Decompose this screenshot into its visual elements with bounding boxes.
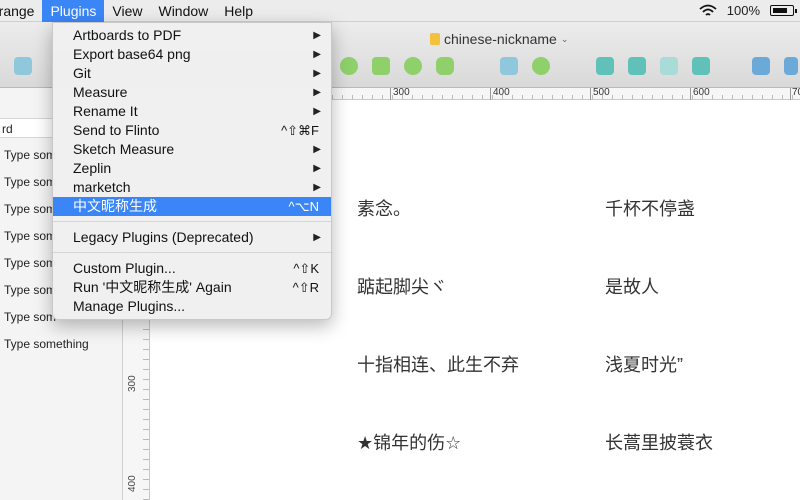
nickname-text[interactable]: 千杯不停盏 <box>605 195 695 221</box>
menu-item-artboards-to-pdf[interactable]: Artboards to PDF ▶ <box>53 26 331 45</box>
menu-item-manage-plugins[interactable]: Manage Plugins... <box>53 297 331 316</box>
ungroup-icon[interactable] <box>692 57 710 75</box>
ruler-major-tick <box>690 88 691 100</box>
insert-tool-icon[interactable] <box>14 57 32 75</box>
menu-arrange[interactable]: rrange <box>0 0 42 22</box>
nickname-text[interactable]: 是故人 <box>605 273 659 299</box>
submenu-arrow-icon: ▶ <box>313 87 321 98</box>
ruler-label: 70 <box>792 87 800 98</box>
menu-item-export-base64[interactable]: Export base64 png ▶ <box>53 45 331 64</box>
menu-item-rename-it[interactable]: Rename It ▶ <box>53 102 331 121</box>
rotate-icon[interactable] <box>404 57 422 75</box>
menu-item-git[interactable]: Git ▶ <box>53 64 331 83</box>
ruler-label: 400 <box>127 475 138 492</box>
plugins-dropdown-menu: Artboards to PDF ▶ Export base64 png ▶ G… <box>52 22 332 320</box>
menu-item-run-again[interactable]: Run '中文昵称生成' Again ^⇧R <box>53 278 331 297</box>
wifi-icon[interactable] <box>699 4 717 18</box>
layer-row[interactable]: Type som <box>4 283 56 297</box>
intersect-icon[interactable] <box>500 57 518 75</box>
ruler-label: 300 <box>127 375 138 392</box>
menu-separator <box>53 221 331 222</box>
menu-item-measure[interactable]: Measure ▶ <box>53 83 331 102</box>
submenu-arrow-icon: ▶ <box>313 30 321 41</box>
upload-icon[interactable] <box>752 57 770 75</box>
subtract-icon[interactable] <box>372 57 390 75</box>
ruler-label: 600 <box>693 87 710 98</box>
group-icon[interactable] <box>660 57 678 75</box>
backward-icon[interactable] <box>628 57 646 75</box>
layer-row[interactable]: Type som <box>4 148 56 162</box>
nickname-text[interactable]: 长蒿里披蓑衣 <box>605 429 713 455</box>
document-title-text: chinese-nickname <box>444 31 557 47</box>
ruler-major-tick <box>490 88 491 100</box>
menu-item-custom-plugin[interactable]: Custom Plugin... ^⇧K <box>53 259 331 278</box>
nickname-text[interactable]: 十指相连、此生不弃 <box>357 351 519 377</box>
ruler-major-tick <box>390 88 391 100</box>
menu-window[interactable]: Window <box>150 0 216 22</box>
shortcut-label: ^⇧⌘F <box>281 123 319 138</box>
nickname-text[interactable]: ★锦年的伤☆ <box>357 429 461 455</box>
shortcut-label: ^⇧K <box>293 261 319 276</box>
nickname-text[interactable]: 素念。 <box>357 195 411 221</box>
submenu-arrow-icon: ▶ <box>313 144 321 155</box>
status-area: 100% <box>699 3 800 18</box>
menu-help[interactable]: Help <box>216 0 261 22</box>
menu-item-send-to-flinto[interactable]: Send to Flinto ^⇧⌘F <box>53 121 331 140</box>
layer-row[interactable]: Type something <box>4 337 89 351</box>
layer-row[interactable]: Type som <box>4 256 56 270</box>
menu-item-marketch[interactable]: marketch ▶ <box>53 178 331 197</box>
layer-row[interactable]: Type som <box>4 229 56 243</box>
ruler-label: 500 <box>593 87 610 98</box>
submenu-arrow-icon: ▶ <box>313 163 321 174</box>
menu-item-sketch-measure[interactable]: Sketch Measure ▶ <box>53 140 331 159</box>
menu-plugins[interactable]: Plugins <box>42 0 105 22</box>
shortcut-label: ^⇧R <box>292 280 319 295</box>
battery-icon[interactable] <box>770 5 797 16</box>
menu-item-chinese-nickname[interactable]: 中文昵称生成 ^⌥N <box>53 197 331 216</box>
layer-row[interactable]: Type som <box>4 310 56 324</box>
layer-row[interactable]: Type som <box>4 202 56 216</box>
battery-percent: 100% <box>726 3 760 18</box>
ruler-label: 400 <box>493 87 510 98</box>
ruler-major-tick <box>790 88 791 100</box>
export-icon[interactable] <box>784 57 798 75</box>
nickname-text[interactable]: 浅夏时光” <box>605 351 683 377</box>
submenu-arrow-icon: ▶ <box>313 68 321 79</box>
menu-view[interactable]: View <box>104 0 150 22</box>
nickname-text[interactable]: 踮起脚尖ヾ <box>357 273 447 299</box>
ruler-label: 300 <box>393 87 410 98</box>
union-icon[interactable] <box>340 57 358 75</box>
menu-item-zeplin[interactable]: Zeplin ▶ <box>53 159 331 178</box>
menu-item-legacy-plugins[interactable]: Legacy Plugins (Deprecated) ▶ <box>53 228 331 247</box>
ruler-major-tick <box>590 88 591 100</box>
flatten-icon[interactable] <box>436 57 454 75</box>
layer-row[interactable]: Type som <box>4 175 56 189</box>
shortcut-label: ^⌥N <box>288 199 319 214</box>
submenu-arrow-icon: ▶ <box>313 106 321 117</box>
submenu-arrow-icon: ▶ <box>313 182 321 193</box>
sketch-document-icon <box>430 33 440 45</box>
document-title[interactable]: chinese-nickname ⌄ <box>430 31 568 47</box>
menu-separator <box>53 252 331 253</box>
forward-icon[interactable] <box>596 57 614 75</box>
menu-bar: rrange Plugins View Window Help 100% <box>0 0 800 22</box>
chevron-down-icon: ⌄ <box>560 33 569 44</box>
submenu-arrow-icon: ▶ <box>313 232 321 243</box>
difference-icon[interactable] <box>532 57 550 75</box>
submenu-arrow-icon: ▶ <box>313 49 321 60</box>
